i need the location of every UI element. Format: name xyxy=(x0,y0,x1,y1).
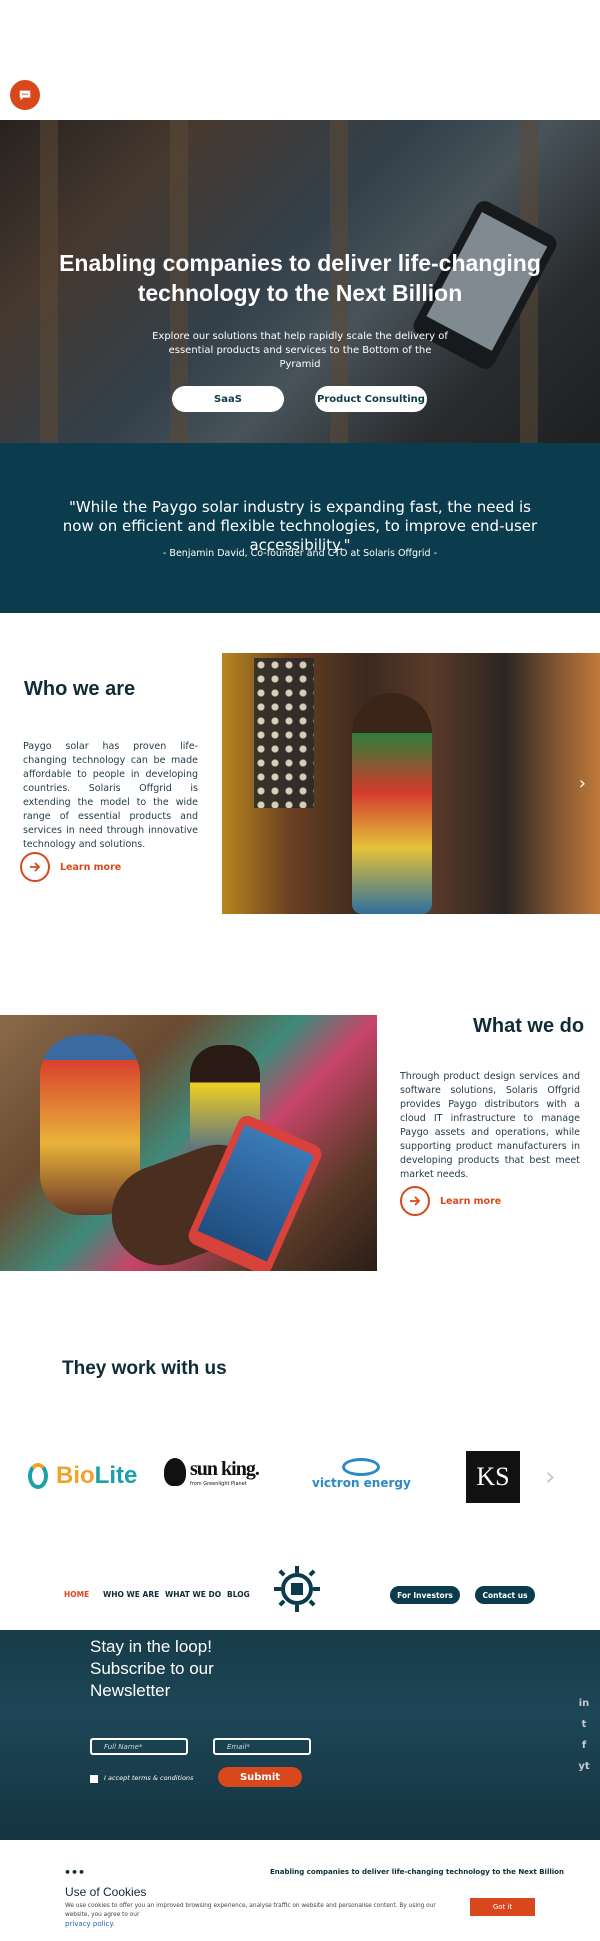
hero-title: Enabling companies to deliver life-chang… xyxy=(59,250,541,306)
quote-section: "While the Paygo solar industry is expan… xyxy=(0,443,600,613)
got-it-button[interactable]: Got it xyxy=(470,1898,535,1916)
learn-more-label: Learn more xyxy=(440,1195,502,1207)
footer-tagline: Enabling companies to deliver life-chang… xyxy=(270,1868,564,1876)
page: Enabling companies to deliver life-chang… xyxy=(0,0,600,1941)
twitter-icon[interactable]: t xyxy=(578,1719,590,1731)
arrow-right-circle-icon xyxy=(400,1186,430,1216)
hero-section: Enabling companies to deliver life-chang… xyxy=(0,120,600,443)
arrow-right-circle-icon xyxy=(20,852,50,882)
for-investors-button[interactable]: For Investors xyxy=(390,1586,460,1604)
what-learn-more-link[interactable]: Learn more xyxy=(400,1186,501,1216)
biolite-flame-icon xyxy=(28,1463,48,1489)
quote-text: "While the Paygo solar industry is expan… xyxy=(62,498,538,554)
who-learn-more-link[interactable]: Learn more xyxy=(20,852,121,882)
quote-author: - Benjamin David, Co-founder and CTO at … xyxy=(162,548,438,559)
what-we-do-image xyxy=(0,1015,377,1271)
what-we-do-title: What we do xyxy=(473,1015,585,1037)
footer-logo-icon: ••• xyxy=(64,1866,86,1879)
lion-icon xyxy=(164,1458,186,1486)
privacy-policy-link[interactable]: privacy policy. xyxy=(65,1920,115,1928)
email-input[interactable]: Email* xyxy=(213,1738,311,1755)
cookie-text: We use cookies to offer you an improved … xyxy=(65,1903,436,1918)
cookie-banner: Use of Cookies We use cookies to offer y… xyxy=(0,1880,600,1941)
product-consulting-button[interactable]: Product Consulting xyxy=(315,386,427,412)
biolite-logo: BioLite xyxy=(28,1462,137,1490)
who-we-are-image: › xyxy=(222,653,600,914)
hero-subtitle: Explore our solutions that help rapidly … xyxy=(152,331,448,370)
krs-logo: KS xyxy=(466,1451,520,1503)
newsletter-title: Stay in the loop! Subscribe to our Newsl… xyxy=(90,1637,214,1700)
nav-blog[interactable]: BLOG xyxy=(227,1590,250,1599)
learn-more-label: Learn more xyxy=(60,861,122,873)
nav-who-we-are[interactable]: WHO WE ARE xyxy=(103,1590,159,1599)
full-name-input[interactable]: Full Name* xyxy=(90,1738,188,1755)
linkedin-icon[interactable]: in xyxy=(578,1698,590,1710)
nav-home[interactable]: HOME xyxy=(64,1590,89,1599)
what-we-do-text: Through product design services and soft… xyxy=(400,1071,580,1180)
facebook-icon[interactable]: f xyxy=(578,1740,590,1752)
victron-coil-icon xyxy=(342,1458,381,1476)
contact-us-button[interactable]: Contact us xyxy=(475,1586,535,1604)
submit-button[interactable]: Submit xyxy=(218,1767,302,1787)
who-we-are-text: Paygo solar has proven life-changing tec… xyxy=(23,741,198,850)
terms-label: I accept terms & conditions xyxy=(104,1774,194,1782)
chat-button[interactable] xyxy=(10,80,40,110)
youtube-icon[interactable]: yt xyxy=(578,1761,590,1773)
chevron-right-icon[interactable]: › xyxy=(579,773,586,794)
victron-energy-logo: victron energy xyxy=(312,1458,411,1490)
sunking-logo: sun king. from Greenlight Planet xyxy=(164,1458,260,1487)
newsletter-section: Stay in the loop! Subscribe to our Newsl… xyxy=(0,1630,600,1840)
partners-title: They work with us xyxy=(62,1358,227,1379)
chat-bubble-icon xyxy=(19,90,31,101)
who-we-are-title: Who we are xyxy=(24,678,136,700)
saas-button[interactable]: SaaS xyxy=(172,386,284,412)
terms-checkbox[interactable] xyxy=(90,1775,98,1783)
carousel-next-icon[interactable]: › xyxy=(545,1462,555,1492)
footer-nav: HOME WHO WE ARE WHAT WE DO BLOG For Inve… xyxy=(0,1558,600,1628)
nav-what-we-do[interactable]: WHAT WE DO xyxy=(165,1590,221,1599)
solaris-gear-logo-icon[interactable] xyxy=(274,1566,320,1612)
cookie-title: Use of Cookies xyxy=(65,1885,147,1899)
